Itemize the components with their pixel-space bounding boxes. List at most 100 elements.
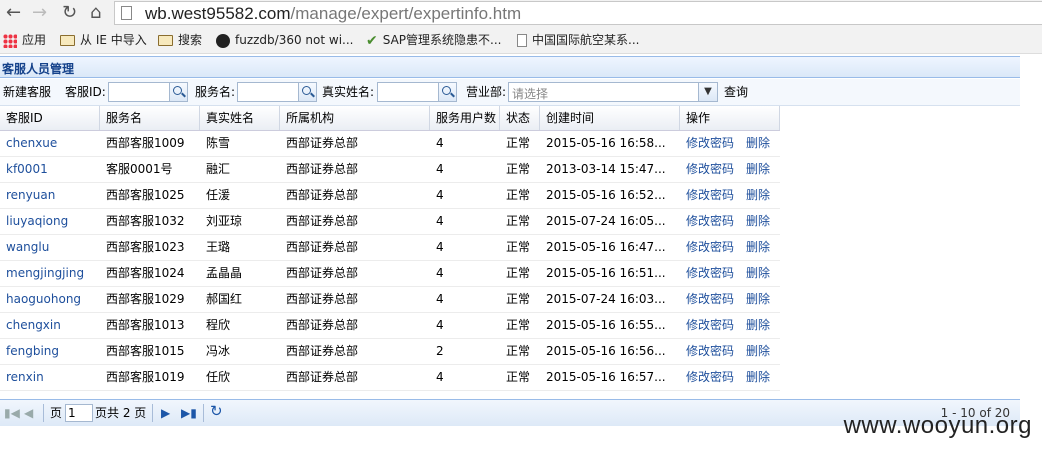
table-row[interactable]: chengxin 西部客服1013 程欣 西部证券总部 4 正常 2015-05-16 16… xyxy=(0,313,780,339)
delete-link[interactable]: 删除 xyxy=(746,240,770,254)
change-password-link[interactable]: 修改密码 xyxy=(686,162,734,176)
column-header-created[interactable]: 创建时间 xyxy=(540,106,680,130)
cell-agent-id[interactable]: renyuan xyxy=(0,183,100,208)
delete-link[interactable]: 删除 xyxy=(746,266,770,280)
chevron-down-icon[interactable]: ▼ xyxy=(698,83,717,101)
table-row[interactable]: mengjingjing 西部客服1024 孟晶晶 西部证券总部 4 正常 2015-05-… xyxy=(0,261,780,287)
cell-agent-id[interactable]: chengxin xyxy=(0,313,100,338)
agent-id-search-icon[interactable] xyxy=(170,82,188,102)
delete-link[interactable]: 删除 xyxy=(746,370,770,384)
table-row[interactable]: renxin 西部客服1019 任欣 西部证券总部 4 正常 2015-05-16 16:5… xyxy=(0,365,780,391)
cell-status: 正常 xyxy=(506,344,531,358)
address-bar[interactable]: wb.west95582.com/manage/expert/expertinf… xyxy=(114,1,1042,25)
delete-link[interactable]: 删除 xyxy=(746,188,770,202)
cell-org: 西部证券总部 xyxy=(286,214,359,228)
column-header-service[interactable]: 服务名 xyxy=(100,106,200,130)
table-row[interactable]: kf0001 客服0001号 融汇 西部证券总部 4 正常 2013-03-14 15:47… xyxy=(0,157,780,183)
real-name-search-icon[interactable] xyxy=(439,82,457,102)
home-icon[interactable]: ⌂ xyxy=(90,2,101,24)
column-header-org[interactable]: 所属机构 xyxy=(280,106,430,130)
change-password-link[interactable]: 修改密码 xyxy=(686,370,734,384)
cell-real-name: 冯冰 xyxy=(206,344,231,358)
change-password-link[interactable]: 修改密码 xyxy=(686,136,734,150)
cell-actions: 修改密码 删除 xyxy=(680,183,780,208)
browser-toolbar: ← → ↻ ⌂ wb.west95582.com/manage/expert/e… xyxy=(0,0,1042,27)
service-name-input[interactable] xyxy=(237,82,299,102)
pager-divider xyxy=(203,404,204,422)
real-name-input[interactable] xyxy=(377,82,439,102)
cell-actions: 修改密码 删除 xyxy=(680,287,780,312)
table-row[interactable]: chenxue 西部客服1009 陈雪 西部证券总部 4 正常 2015-05-16 16:… xyxy=(0,131,780,157)
url-path: /manage/expert/expertinfo.htm xyxy=(290,4,522,23)
bookmark-fuzzdb[interactable]: fuzzdb/360 not wi... xyxy=(216,32,353,48)
new-agent-button[interactable]: 新建客服 xyxy=(3,85,51,100)
delete-link[interactable]: 删除 xyxy=(746,136,770,150)
query-button[interactable]: 查询 xyxy=(724,85,748,100)
change-password-link[interactable]: 修改密码 xyxy=(686,344,734,358)
bookmark-search[interactable]: 搜索 xyxy=(158,32,202,48)
column-header-real-name[interactable]: 真实姓名 xyxy=(200,106,280,130)
last-page-icon[interactable]: ▶▮ xyxy=(181,406,197,420)
change-password-link[interactable]: 修改密码 xyxy=(686,240,734,254)
department-placeholder: 请选择 xyxy=(512,87,549,101)
page-number-input[interactable]: 1 xyxy=(65,404,93,422)
cell-agent-id[interactable]: kf0001 xyxy=(0,157,100,182)
first-page-icon[interactable]: ▮◀ xyxy=(4,406,20,420)
cell-agent-id[interactable]: wanglu xyxy=(0,235,100,260)
cell-created-time: 2015-07-24 16:03... xyxy=(546,292,666,306)
url-host: wb.west95582.com xyxy=(145,4,291,23)
department-select[interactable]: 请选择 ▼ xyxy=(508,82,718,102)
bookmark-airchina[interactable]: 中国国际航空某系... xyxy=(517,32,639,48)
cell-org: 西部证券总部 xyxy=(286,370,359,384)
cell-agent-id[interactable]: liuyaqiong xyxy=(0,209,100,234)
table-row[interactable]: wanglu 西部客服1023 王璐 西部证券总部 4 正常 2015-05-16 16:4… xyxy=(0,235,780,261)
table-row[interactable]: liuyaqiong 西部客服1032 刘亚琼 西部证券总部 4 正常 2015-07-24… xyxy=(0,209,780,235)
change-password-link[interactable]: 修改密码 xyxy=(686,188,734,202)
column-header-actions[interactable]: 操作 xyxy=(680,106,780,130)
table-row[interactable]: renyuan 西部客服1025 任湲 西部证券总部 4 正常 2015-05-16 16:… xyxy=(0,183,780,209)
cell-service-name: 西部客服1019 xyxy=(106,370,185,384)
cell-user-count: 4 xyxy=(436,292,444,306)
bookmark-apps[interactable]: 应用 xyxy=(3,32,46,48)
forward-arrow-icon[interactable]: → xyxy=(32,2,47,24)
refresh-icon[interactable]: ↻ xyxy=(210,404,223,419)
agent-id-input[interactable] xyxy=(108,82,170,102)
column-header-users[interactable]: 服务用户数 xyxy=(430,106,500,130)
cell-service-name: 西部客服1013 xyxy=(106,318,185,332)
cell-user-count: 4 xyxy=(436,266,444,280)
reload-icon[interactable]: ↻ xyxy=(62,2,77,24)
change-password-link[interactable]: 修改密码 xyxy=(686,266,734,280)
change-password-link[interactable]: 修改密码 xyxy=(686,214,734,228)
cell-org: 西部证券总部 xyxy=(286,318,359,332)
delete-link[interactable]: 删除 xyxy=(746,344,770,358)
delete-link[interactable]: 删除 xyxy=(746,318,770,332)
cell-agent-id[interactable]: chenxue xyxy=(0,131,100,156)
delete-link[interactable]: 删除 xyxy=(746,162,770,176)
cell-created-time: 2015-05-16 16:52... xyxy=(546,188,666,202)
delete-link[interactable]: 删除 xyxy=(746,214,770,228)
column-header-status[interactable]: 状态 xyxy=(500,106,540,130)
cell-status: 正常 xyxy=(506,292,531,306)
cell-agent-id[interactable]: mengjingjing xyxy=(0,261,100,286)
change-password-link[interactable]: 修改密码 xyxy=(686,318,734,332)
cell-agent-id[interactable]: renxin xyxy=(0,365,100,390)
cell-agent-id[interactable]: haoguohong xyxy=(0,287,100,312)
table-row[interactable]: fengbing 西部客服1015 冯冰 西部证券总部 2 正常 2015-05-16 16… xyxy=(0,339,780,365)
service-name-search-icon[interactable] xyxy=(299,82,317,102)
change-password-link[interactable]: 修改密码 xyxy=(686,292,734,306)
prev-page-icon[interactable]: ◀ xyxy=(24,406,33,420)
column-header-id[interactable]: 客服ID xyxy=(0,106,100,130)
bookmark-import-ie[interactable]: 从 IE 中导入 xyxy=(60,32,147,48)
cell-agent-id[interactable]: fengbing xyxy=(0,339,100,364)
bookmark-sap[interactable]: ✔ SAP管理系统隐患不... xyxy=(366,32,501,49)
back-arrow-icon[interactable]: ← xyxy=(6,2,21,24)
cell-user-count: 4 xyxy=(436,240,444,254)
delete-link[interactable]: 删除 xyxy=(746,292,770,306)
cell-created-time: 2015-05-16 16:47... xyxy=(546,240,666,254)
next-page-icon[interactable]: ▶ xyxy=(161,406,170,420)
bookmark-label: fuzzdb/360 not wi... xyxy=(235,33,354,47)
cell-real-name: 王璐 xyxy=(206,240,231,254)
table-header: 客服ID 服务名 真实姓名 所属机构 服务用户数 状态 创建时间 操作 xyxy=(0,106,780,131)
table-row[interactable]: haoguohong 西部客服1029 郝国红 西部证券总部 4 正常 2015-07-24… xyxy=(0,287,780,313)
cell-service-name: 西部客服1024 xyxy=(106,266,185,280)
